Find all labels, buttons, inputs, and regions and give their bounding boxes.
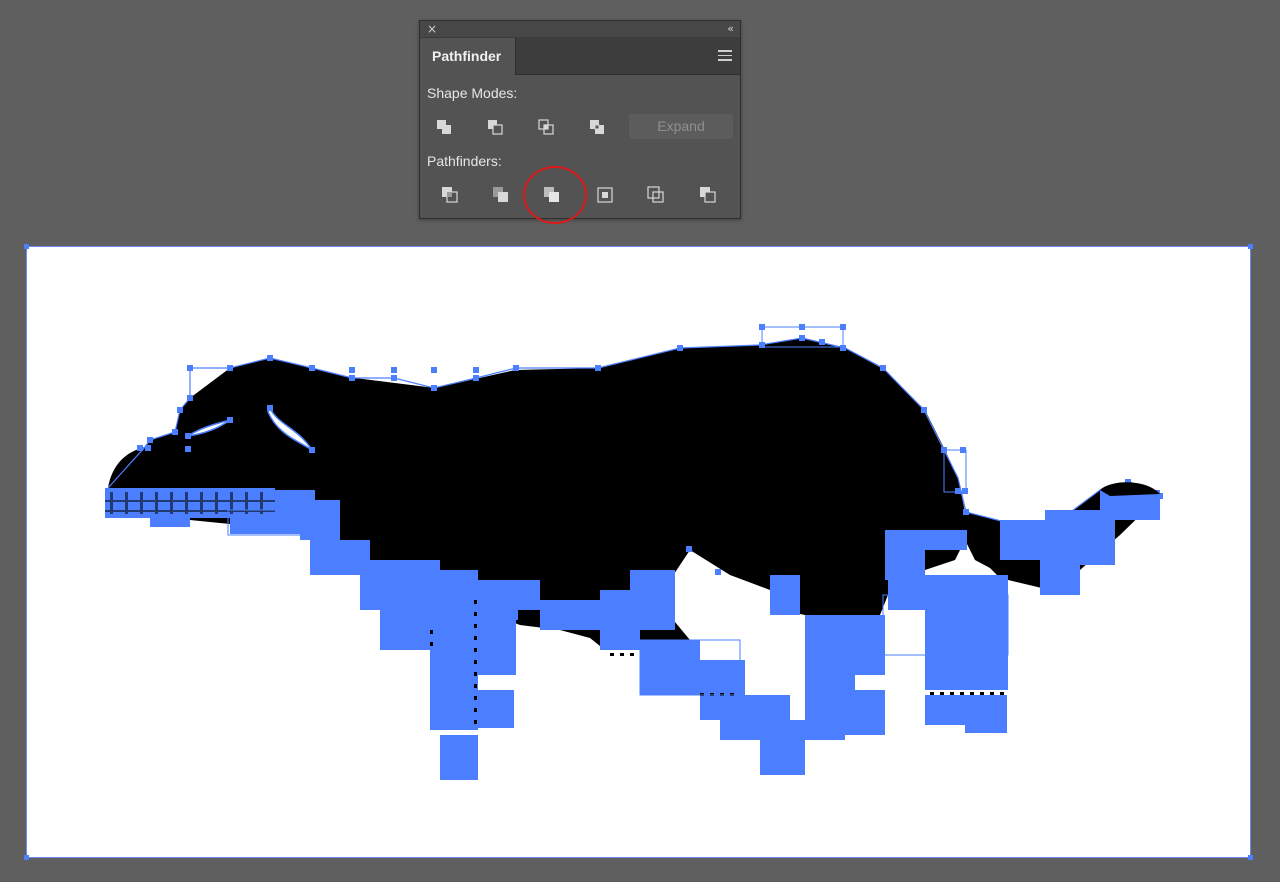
artwork-canvas[interactable]	[0, 0, 1280, 882]
